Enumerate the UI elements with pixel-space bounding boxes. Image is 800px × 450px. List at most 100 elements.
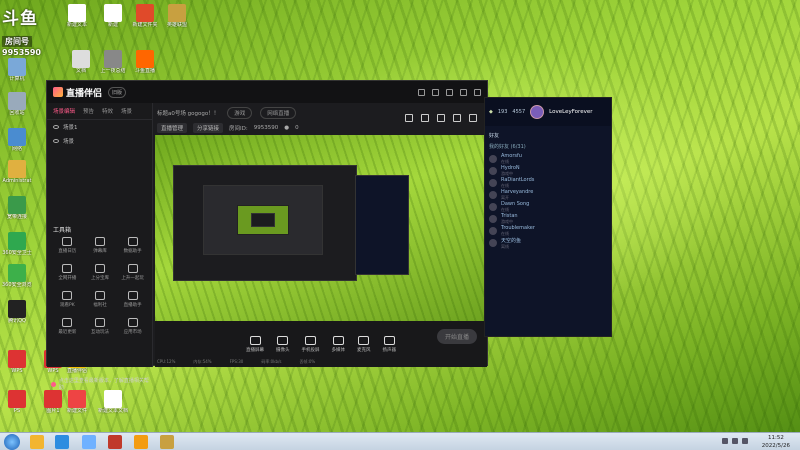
friend-item[interactable]: 天空的鱼 离线: [489, 237, 607, 249]
desktop-icon[interactable]: Administrat: [2, 160, 32, 184]
friend-item[interactable]: RaDiantLords 在线: [489, 177, 607, 189]
desktop-icon[interactable]: 文档: [66, 50, 96, 74]
desktop-icon[interactable]: 新建文件: [62, 390, 92, 414]
friend-item[interactable]: Harveyandre 离开: [489, 189, 607, 201]
explorer-icon[interactable]: [30, 435, 44, 449]
tool-item[interactable]: 直播日历: [51, 237, 84, 254]
desktop-icon[interactable]: 腾讯QQ: [2, 300, 32, 324]
source-button[interactable]: 手机投屏: [301, 335, 320, 353]
desktop-icon[interactable]: 360安全浏览器: [2, 264, 32, 288]
source-icon: [305, 335, 316, 345]
maximize-icon[interactable]: [460, 88, 467, 96]
update-notice[interactable]: 点击这里查看最新版本，了解直播相关帮助: [51, 377, 152, 391]
live-streaming-window: 直播伴侣 旧版 场景编辑 预告 特效 场景 场景1 场景 工具箱 直播日历 弹幕库…: [46, 80, 488, 391]
tab-3[interactable]: 场景: [121, 107, 132, 115]
eye-icon[interactable]: [53, 139, 59, 143]
tool-item[interactable]: 最近更新: [51, 318, 84, 335]
tool-icon: [127, 318, 138, 327]
minimize-icon[interactable]: [446, 88, 453, 96]
desktop-icon[interactable]: 斗鱼直播: [130, 50, 160, 74]
tool-label: 上升一起玩: [121, 276, 144, 281]
mode-button[interactable]: 网络直播: [260, 107, 297, 119]
tool-icon: [94, 291, 105, 300]
friend-item[interactable]: Troublemaker 在线: [489, 225, 607, 237]
points: 4557: [512, 109, 526, 115]
friend-item[interactable]: Tristan 游戏中: [489, 213, 607, 225]
desktop-icon[interactable]: 计算机: [2, 58, 32, 82]
tool-item[interactable]: 全网开播: [51, 264, 84, 281]
game-client-friends-panel: ◆ 193 4557 LoveLeyForever 好友 我的好友 (6/31)…: [484, 97, 612, 337]
friend-item[interactable]: HydroN 游戏中: [489, 165, 607, 177]
scene-item[interactable]: 场景: [47, 134, 152, 148]
lock-icon[interactable]: [421, 114, 429, 122]
version-badge[interactable]: 旧版: [108, 86, 127, 98]
desktop-icon[interactable]: 新建文本文档: [98, 390, 128, 414]
close-icon[interactable]: [474, 88, 481, 96]
friend-item[interactable]: Amorsfu 在线: [489, 153, 607, 165]
tool-label: 直播助手: [123, 303, 142, 308]
tab-2[interactable]: 特效: [102, 107, 113, 115]
ime-icon[interactable]: [742, 438, 748, 444]
media-icon[interactable]: [55, 435, 69, 449]
record-icon[interactable]: [405, 114, 413, 122]
category-button[interactable]: 游戏: [227, 107, 253, 119]
desktop-icon[interactable]: PS: [2, 390, 32, 414]
avatar[interactable]: [530, 105, 545, 119]
tool-item[interactable]: 弹幕库: [84, 237, 117, 254]
desktop-icon[interactable]: 新建: [98, 4, 128, 28]
friends-tab[interactable]: 好友: [489, 132, 607, 139]
clock[interactable]: 11:52 2022/5/26: [762, 434, 790, 450]
tool-item[interactable]: 互动玩法: [84, 318, 117, 335]
start-live-button[interactable]: 开始直播: [436, 329, 477, 344]
start-button[interactable]: [4, 434, 20, 450]
manage-button[interactable]: 直播管理: [157, 123, 188, 133]
desktop-icon[interactable]: 新建文本: [62, 4, 92, 28]
friend-group[interactable]: 我的好友 (6/31): [489, 143, 607, 150]
desktop-icon-label: 宽带连接: [6, 214, 27, 220]
source-button[interactable]: 麦克风: [357, 335, 371, 353]
status-item: 丢帧:0%: [299, 359, 316, 364]
tool-item[interactable]: 上升一起玩: [116, 264, 149, 281]
source-button[interactable]: 摄像头: [276, 335, 290, 353]
desktop-icon[interactable]: 新建文件夹: [130, 4, 160, 28]
tab-0[interactable]: 场景编辑: [53, 107, 75, 115]
tool-item[interactable]: 应用市场: [116, 318, 149, 335]
share-button[interactable]: 分享链接: [193, 123, 224, 133]
desktop-icon[interactable]: 网络: [2, 128, 32, 152]
share-icon[interactable]: [469, 114, 477, 122]
tool-item[interactable]: 数据助手: [116, 237, 149, 254]
game-icon[interactable]: [160, 435, 174, 449]
source-button[interactable]: 多媒体: [332, 335, 345, 353]
friend-item[interactable]: Dawn Song 在线: [489, 201, 607, 213]
desktop-icon[interactable]: 宽带连接: [2, 196, 32, 220]
source-button[interactable]: 直播屏幕: [246, 335, 264, 353]
stream-preview[interactable]: [155, 135, 487, 321]
source-label: 手机投屏: [301, 347, 320, 353]
desktop-icon[interactable]: 英雄联盟: [162, 4, 192, 28]
skin-icon[interactable]: [432, 88, 439, 96]
desktop-icon[interactable]: 上一夜总结: [98, 50, 128, 74]
hide-icon[interactable]: [437, 114, 445, 122]
friend-avatar: [489, 203, 497, 211]
volume-icon[interactable]: [732, 438, 738, 444]
network-icon[interactable]: [722, 438, 728, 444]
desktop-icon[interactable]: WPS: [2, 350, 32, 374]
browser-icon[interactable]: [82, 435, 96, 449]
source-button[interactable]: 扬声器: [383, 335, 396, 353]
friend-avatar: [489, 227, 497, 235]
eye-icon[interactable]: [53, 125, 59, 129]
menu-icon[interactable]: [418, 88, 425, 96]
tool-item[interactable]: 上分宝库: [84, 264, 117, 281]
scene-item[interactable]: 场景1: [47, 120, 152, 134]
notify-icon[interactable]: [453, 114, 461, 122]
desktop-icon[interactable]: 回收站: [2, 92, 32, 116]
tool-item[interactable]: 观看PK: [51, 291, 84, 308]
app-icon[interactable]: [108, 435, 122, 449]
tool-item[interactable]: 直播助手: [116, 291, 149, 308]
tool-item[interactable]: 福利社: [84, 291, 117, 308]
tool-icon: [62, 318, 73, 327]
tab-1[interactable]: 预告: [83, 107, 94, 115]
live-app-icon[interactable]: [134, 435, 148, 449]
desktop-icon[interactable]: 360安全卫士: [2, 232, 32, 256]
room-title[interactable]: 标题a0号场 gogogo！！: [157, 109, 219, 117]
